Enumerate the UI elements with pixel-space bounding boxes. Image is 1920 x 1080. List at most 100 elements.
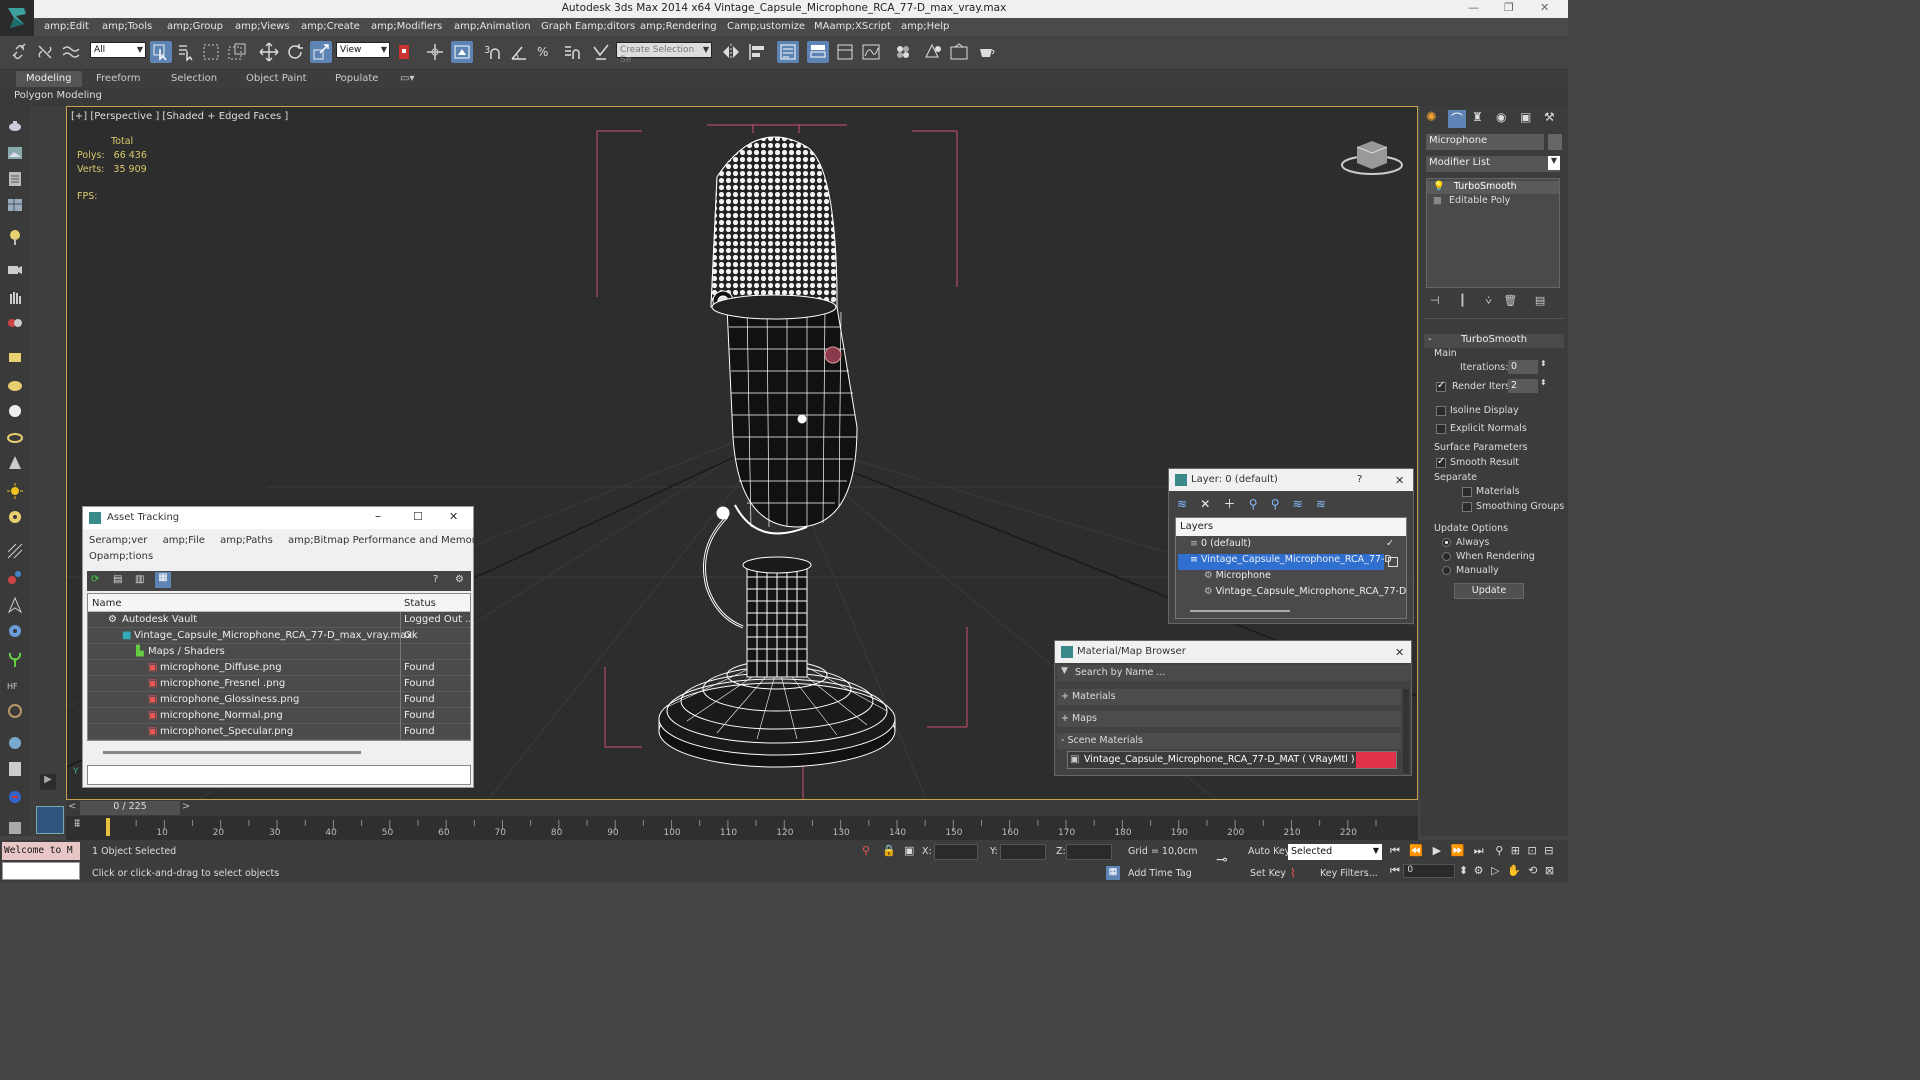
time-prev-icon[interactable]: < — [68, 801, 76, 812]
settings-icon[interactable]: ⚙ — [455, 574, 464, 585]
grid-panel-icon[interactable] — [6, 196, 24, 214]
menu-create[interactable]: amp;Create — [301, 21, 360, 32]
maximize-icon[interactable]: ☐ — [413, 510, 423, 523]
menu-edit[interactable]: amp;Edit — [44, 21, 89, 32]
absolute-mode-icon[interactable]: ▣ — [904, 844, 914, 857]
explicit-normals-checkbox[interactable] — [1436, 424, 1446, 434]
selection-lock-icon[interactable]: 🔒 — [882, 844, 896, 857]
asset-tracking-titlebar[interactable]: Asset Tracking – ☐ ✕ — [83, 507, 473, 529]
key-icon[interactable]: ⊸ — [1216, 852, 1228, 868]
table-row[interactable]: ▣ microphone_Glossiness.png Found — [88, 692, 470, 708]
key-filters-button[interactable]: Key Filters... — [1320, 868, 1378, 879]
tab-selection[interactable]: Selection — [171, 73, 217, 84]
isolate-icon[interactable]: ⚲ — [862, 844, 870, 857]
maxscript-listener-field[interactable]: Welcome to M — [2, 842, 80, 860]
tab-populate[interactable]: Populate — [335, 73, 378, 84]
rendered-frame-window-icon[interactable] — [948, 41, 970, 63]
asset-path-field[interactable] — [87, 765, 471, 785]
cloud-icon[interactable] — [6, 376, 24, 394]
object-name-field[interactable]: Microphone — [1426, 134, 1544, 150]
configure-modifier-sets-icon[interactable]: ▤ — [1535, 294, 1545, 307]
snaps-toggle-icon[interactable]: 3 — [482, 41, 504, 63]
goto-end-icon[interactable]: ⏭ — [1474, 844, 1484, 857]
delete-layer-icon[interactable]: ✕ — [1200, 497, 1210, 511]
turbosmooth-rollout-header[interactable]: - TurboSmooth — [1424, 334, 1564, 348]
maximize-toggle-icon[interactable]: ⊠ — [1545, 864, 1554, 877]
menu-animation[interactable]: amp;Animation — [454, 21, 531, 32]
time-tag-icon[interactable]: ▦ — [1106, 866, 1120, 880]
hand-icon[interactable] — [6, 288, 24, 306]
layer-object-microphone[interactable]: ⚙ Microphone — [1178, 570, 1384, 586]
particles-icon[interactable] — [6, 568, 24, 586]
freeze-all-icon[interactable]: ≋ — [1316, 497, 1326, 511]
keyboard-shortcut-override-icon[interactable] — [451, 41, 473, 63]
menu-server[interactable]: Seramp;ver — [89, 535, 147, 546]
key-mode-toggle-icon[interactable]: ⏮ — [1390, 864, 1400, 877]
time-slider[interactable]: < 0 / 225 > — [66, 800, 1418, 816]
utilities-tab-icon[interactable]: ⚒ — [1544, 110, 1555, 124]
prev-frame-icon[interactable]: ⏪ — [1409, 844, 1423, 857]
x-coordinate-field[interactable] — [934, 844, 978, 860]
bind-spacewarp-icon[interactable] — [60, 41, 82, 63]
rect-selection-region-icon[interactable] — [200, 41, 222, 63]
rotate-icon[interactable] — [284, 41, 306, 63]
hierarchy-tab-icon[interactable]: ♜ — [1472, 110, 1483, 124]
maximize-viewport-icon[interactable]: ⊟ — [1544, 844, 1553, 857]
show-end-result-icon[interactable]: ┃ — [1459, 294, 1466, 307]
goto-start-icon[interactable]: ⏮ — [1390, 844, 1400, 857]
track-bar[interactable]: 10 20 30 40 50 60 70 80 90 100 110 120 130 140 150 160 1… — [66, 816, 1418, 840]
timeline-config-icon[interactable]: ⩩ — [74, 816, 96, 838]
hide-all-icon[interactable]: ≋ — [1293, 497, 1303, 511]
materials-section[interactable]: + Materials — [1057, 689, 1401, 705]
hair-icon[interactable]: HF — [6, 676, 24, 694]
tab-modeling[interactable]: Modeling — [16, 71, 82, 87]
menu-tools[interactable]: amp;Tools — [102, 21, 152, 32]
maxscript-input[interactable] — [2, 862, 80, 880]
create-tab-icon[interactable]: ✺ — [1426, 110, 1437, 125]
separate-smoothing-groups-checkbox[interactable] — [1462, 502, 1472, 512]
scale-icon[interactable] — [310, 41, 332, 63]
vertical-scrollbar[interactable] — [1403, 689, 1409, 773]
table-row[interactable]: ⚙ Autodesk Vault Logged Out ... — [88, 612, 470, 628]
window-crossing-icon[interactable] — [226, 41, 248, 63]
zoom-all-icon[interactable]: ⊞ — [1511, 844, 1520, 857]
highlight-layer-icon[interactable]: ⚲ — [1271, 497, 1280, 511]
percent-snap-icon[interactable]: % — [534, 41, 556, 63]
reference-coordinate-dropdown[interactable]: View ▼ — [336, 42, 390, 58]
move-icon[interactable] — [258, 41, 280, 63]
column-status[interactable]: Status — [404, 598, 436, 609]
tree-view-icon[interactable]: ▥ — [135, 574, 144, 585]
modifier-list-dropdown[interactable]: Modifier List ▼ — [1426, 156, 1560, 172]
layer-row-default[interactable]: ≡ 0 (default) ✓ — [1178, 538, 1394, 554]
spinner-arrows-icon[interactable]: ⬍ — [1540, 359, 1547, 368]
unlink-icon[interactable] — [34, 41, 56, 63]
add-to-layer-icon[interactable]: ＋ — [1224, 497, 1236, 511]
menu-graph-editors[interactable]: Graph Eamp;ditors — [541, 21, 635, 32]
paint-icon[interactable] — [6, 228, 24, 246]
remove-modifier-icon[interactable]: 🗑 — [1503, 294, 1517, 307]
film-icon[interactable] — [6, 314, 24, 332]
material-browser-titlebar[interactable]: Material/Map Browser ✕ — [1055, 641, 1411, 663]
torus-icon[interactable] — [6, 508, 24, 526]
zoom-icon[interactable]: ⚲ — [1495, 844, 1503, 857]
table-row[interactable]: ▣ microphone_Normal.png Found — [88, 708, 470, 724]
next-frame-icon[interactable]: ⏩ — [1451, 844, 1465, 857]
teapot-icon[interactable] — [6, 116, 24, 134]
current-frame-field[interactable]: 0 — [1403, 864, 1456, 878]
menu-file[interactable]: amp;File — [163, 535, 205, 546]
close-icon[interactable]: ✕ — [1395, 646, 1404, 659]
set-key-button[interactable]: Set Key — [1250, 868, 1286, 879]
select-object-icon[interactable] — [150, 41, 172, 63]
layer-visibility-checkbox[interactable] — [1388, 557, 1398, 567]
iterations-spinner[interactable]: 0 — [1508, 360, 1538, 374]
update-always-radio[interactable] — [1442, 538, 1451, 547]
make-unique-icon[interactable]: ⩒ — [1485, 294, 1492, 307]
tab-freeform[interactable]: Freeform — [96, 73, 141, 84]
stack-item-editable-poly[interactable]: ■ Editable Poly — [1427, 195, 1559, 208]
scene-materials-section[interactable]: - Scene Materials — [1057, 733, 1401, 749]
tab-object-paint[interactable]: Object Paint — [246, 73, 307, 84]
auto-key-button[interactable]: Auto Key — [1248, 846, 1290, 857]
motion-tab-icon[interactable]: ◉ — [1496, 110, 1506, 124]
table-row[interactable]: ■ Vintage_Capsule_Microphone_RCA_77-D_max… — [88, 628, 470, 644]
time-slider-thumb[interactable]: 0 / 225 — [80, 801, 180, 815]
